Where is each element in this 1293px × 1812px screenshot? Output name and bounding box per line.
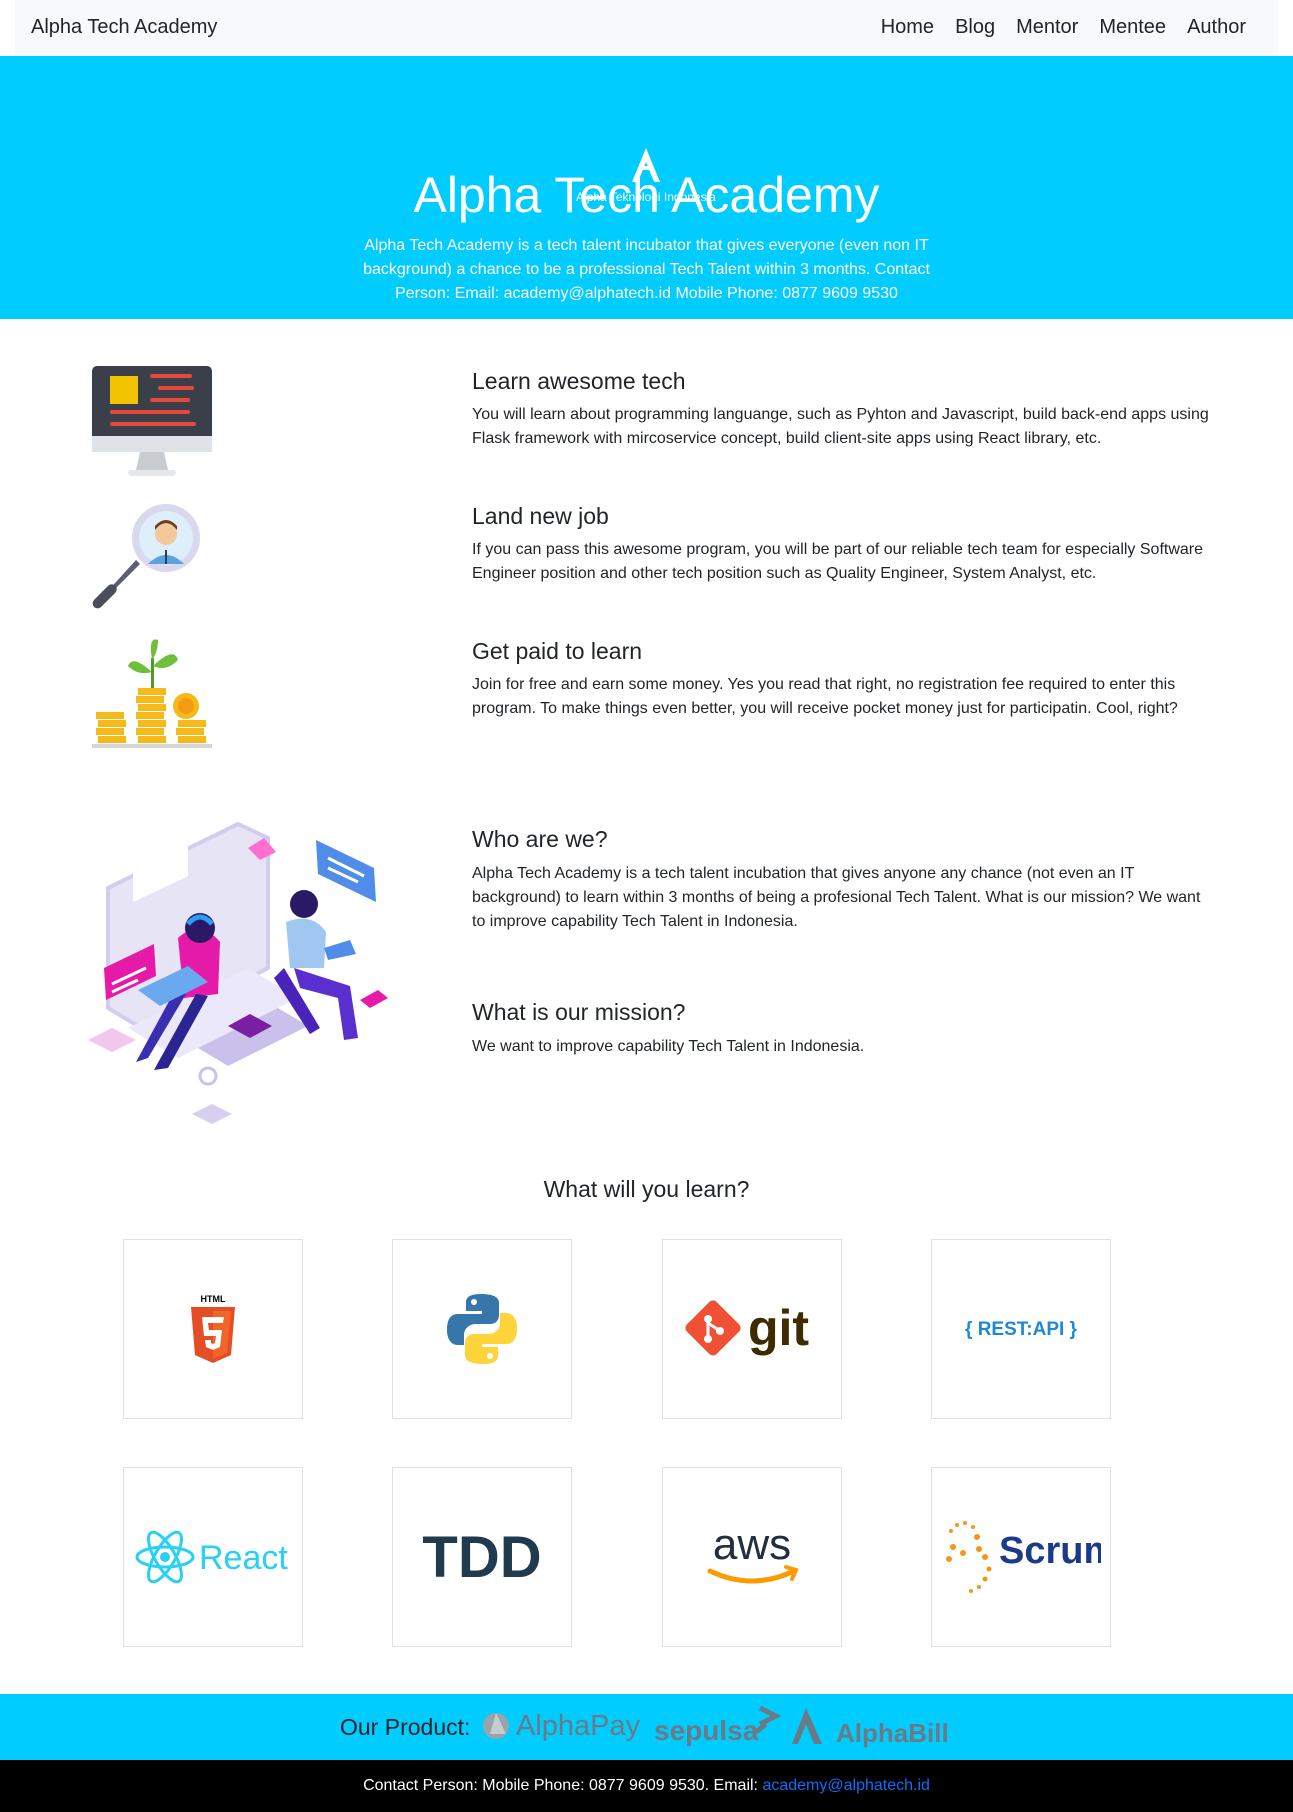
aws-wordmark: aws: [713, 1525, 791, 1569]
feature-text: You will learn about programming languan…: [472, 406, 1209, 447]
hero-banner: Alpha Teknologi Indonesia Alpha Tech Aca…: [0, 56, 1293, 319]
navbar-brand[interactable]: Alpha Tech Academy: [31, 16, 217, 39]
html5-label: HTML: [201, 1294, 226, 1304]
learn-title: What will you learn?: [543, 1176, 750, 1202]
nav-link-blog[interactable]: Blog: [955, 16, 995, 39]
tile-react[interactable]: React: [123, 1467, 303, 1647]
feature-text: If you can pass this awesome program, yo…: [472, 541, 1204, 582]
footer: Contact Person: Mobile Phone: 0877 9609 …: [0, 1760, 1293, 1812]
tile-html5[interactable]: HTML: [123, 1239, 303, 1419]
tile-rest-api[interactable]: { REST:API }: [931, 1239, 1111, 1419]
tile-tdd[interactable]: TDD: [392, 1467, 572, 1647]
who-text: Alpha Tech Academy is a tech talent incu…: [472, 865, 1201, 930]
product-bar: Our Product: AlphaPay sepulsa AlphaBill: [0, 1694, 1293, 1760]
alphabill-wordmark: AlphaBill: [836, 1718, 949, 1748]
nav-links: Home Blog Mentor Mentee Author: [881, 16, 1246, 39]
tile-scrum[interactable]: Scrum: [931, 1467, 1111, 1647]
scrum-wordmark: Scrum: [999, 1530, 1101, 1572]
mission-text: We want to improve capability Tech Talen…: [472, 1038, 865, 1055]
feature-title: Get paid to learn: [472, 638, 643, 664]
alphapay-logo[interactable]: AlphaPay: [480, 1704, 650, 1744]
monitor-icon: [92, 366, 212, 476]
rest-api-icon: { REST:API }: [965, 1319, 1078, 1340]
html5-icon: HTML: [191, 1294, 235, 1363]
tdd-icon: TDD: [422, 1529, 541, 1585]
git-wordmark: git: [748, 1300, 809, 1356]
tile-python[interactable]: [392, 1239, 572, 1419]
tdd-wordmark: TDD: [422, 1529, 541, 1585]
nav-link-mentor[interactable]: Mentor: [1016, 16, 1078, 39]
hero-description: Alpha Tech Academy is a tech talent incu…: [363, 237, 930, 302]
git-icon: git: [685, 1300, 809, 1356]
hero-title: Alpha Tech Academy: [413, 167, 880, 223]
python-icon: [447, 1294, 517, 1364]
rest-api-wordmark: { REST:API }: [965, 1319, 1078, 1340]
job-search-icon: [92, 504, 200, 609]
footer-email-link[interactable]: academy@alphatech.id: [762, 1777, 929, 1794]
coins-plant-icon: [92, 639, 212, 748]
sepulsa-logo[interactable]: sepulsa: [652, 1704, 784, 1752]
feature-title: Learn awesome tech: [472, 368, 686, 394]
tile-aws[interactable]: aws: [662, 1467, 842, 1647]
alphabill-logo[interactable]: AlphaBill: [790, 1706, 960, 1748]
aws-icon: aws: [707, 1525, 799, 1584]
nav-link-home[interactable]: Home: [881, 16, 934, 39]
navbar: Alpha Tech Academy Home Blog Mentor Ment…: [15, 0, 1278, 56]
mission-title: What is our mission?: [472, 999, 686, 1025]
tile-git[interactable]: git: [662, 1239, 842, 1419]
react-wordmark: React: [199, 1539, 288, 1577]
nav-link-author[interactable]: Author: [1187, 16, 1246, 39]
team-illustration: [88, 818, 388, 1124]
react-icon: React: [135, 1530, 288, 1584]
who-title: Who are we?: [472, 826, 608, 852]
feature-title: Land new job: [472, 503, 609, 529]
nav-link-mentee[interactable]: Mentee: [1099, 16, 1166, 39]
product-label: Our Product:: [340, 1714, 471, 1740]
feature-text: Join for free and earn some money. Yes y…: [472, 676, 1178, 717]
footer-contact-text: Contact Person: Mobile Phone: 0877 9609 …: [363, 1777, 763, 1794]
alpha-logo: Alpha Teknologi Indonesia: [546, 100, 746, 204]
sepulsa-wordmark: sepulsa: [654, 1715, 759, 1746]
alphapay-wordmark: AlphaPay: [516, 1710, 641, 1742]
scrum-icon: Scrum: [946, 1521, 1101, 1593]
